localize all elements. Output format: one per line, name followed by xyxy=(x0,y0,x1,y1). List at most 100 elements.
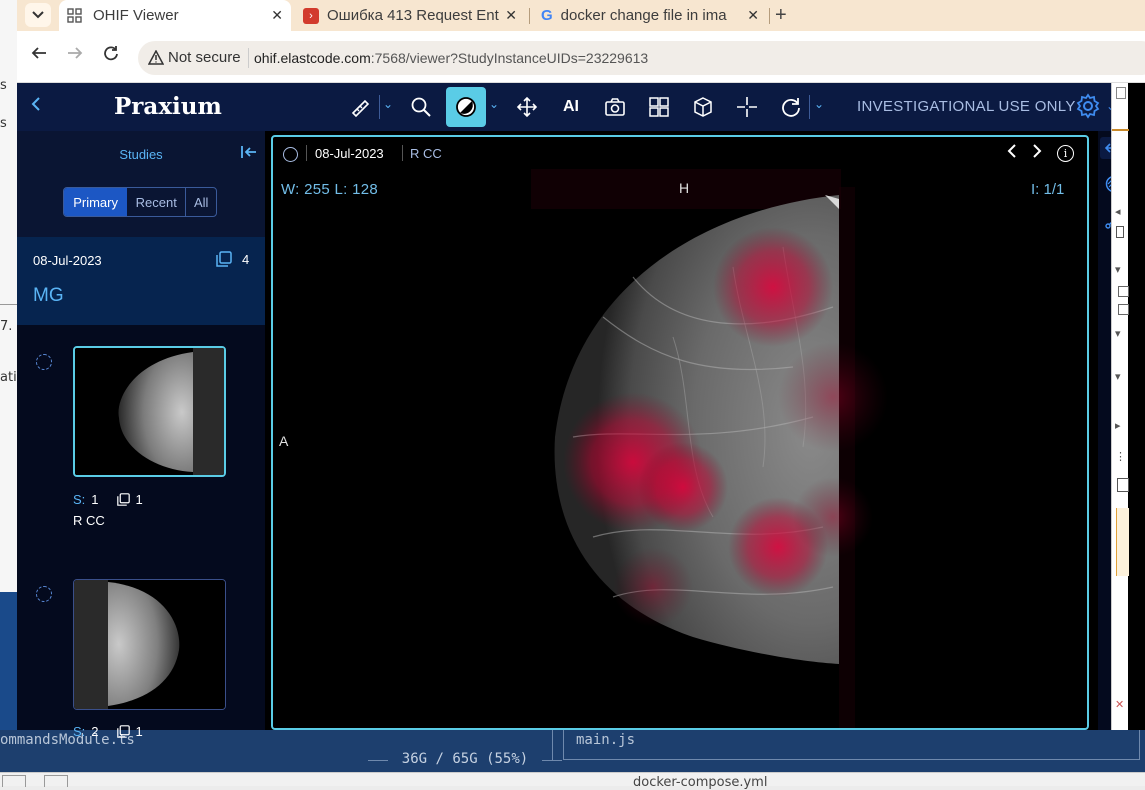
image-viewport[interactable]: 08-Jul-2023 R CC i W: 255 L: 128 H A I: … xyxy=(271,135,1089,730)
arrow-left-icon xyxy=(31,47,46,59)
filter-all-button[interactable]: All xyxy=(186,188,216,216)
bottom-tab[interactable] xyxy=(44,775,68,787)
chevron-left-icon xyxy=(1007,144,1016,158)
previous-image-button[interactable] xyxy=(1007,143,1017,163)
thumbnail-image xyxy=(75,348,224,475)
forward-button[interactable] xyxy=(67,45,83,66)
divider xyxy=(248,48,249,68)
series-thumbnail[interactable] xyxy=(73,579,226,710)
devtools-icon[interactable] xyxy=(1116,87,1126,99)
mammogram-image xyxy=(531,169,888,728)
ohif-app: Praxium ⌄ ⌄ AI ⌄ INVESTIGATIONAL USE ONL… xyxy=(17,83,1145,739)
terminal-right-pane[interactable]: main.js xyxy=(563,730,1140,760)
chevron-left-icon[interactable]: ◂ xyxy=(1115,205,1121,218)
back-button[interactable] xyxy=(31,45,47,66)
series-thumbnail[interactable] xyxy=(73,346,226,477)
3d-tool-button[interactable] xyxy=(689,93,717,121)
orientation-marker-top: H xyxy=(679,180,690,196)
divider xyxy=(542,760,562,761)
layout-tool-button[interactable] xyxy=(645,93,673,121)
bottom-tab[interactable] xyxy=(2,775,26,787)
measure-tool-button[interactable] xyxy=(347,93,375,121)
address-bar-row: Not secure ohif.elastcode.com:7568/viewe… xyxy=(17,31,1145,83)
chevron-down-icon[interactable]: ▾ xyxy=(1115,327,1121,340)
settings-button[interactable] xyxy=(1075,93,1101,124)
google-favicon-icon: G xyxy=(541,7,553,24)
crosshair-tool-button[interactable] xyxy=(733,93,761,121)
security-indicator[interactable]: Not secure xyxy=(148,49,241,66)
chevron-down-icon xyxy=(32,11,44,19)
more-icon[interactable]: ⋮ xyxy=(1115,450,1126,463)
reload-icon xyxy=(104,46,118,61)
tab-docker-search[interactable]: G docker change file in ima ✕ xyxy=(533,0,767,31)
url-text: ohif.elastcode.com:7568/viewer?StudyInst… xyxy=(254,50,648,66)
ai-tool-button[interactable]: AI xyxy=(557,93,585,121)
divider xyxy=(0,304,17,305)
divider xyxy=(368,760,388,761)
window-level-tool-button[interactable] xyxy=(446,87,486,127)
devtools-checkbox[interactable] xyxy=(1118,304,1129,315)
crosshair-icon xyxy=(737,97,757,117)
viewport-status-icon[interactable] xyxy=(283,147,298,162)
pan-tool-button[interactable] xyxy=(513,93,541,121)
move-icon xyxy=(516,96,538,118)
loading-spinner-icon xyxy=(36,354,52,370)
rotate-tool-button[interactable] xyxy=(777,93,805,121)
url-path: :7568/viewer?StudyInstanceUIDs=23229613 xyxy=(370,50,649,66)
tab-strip: OHIF Viewer ✕ › Ошибка 413 Request Entit… xyxy=(17,0,1145,31)
devtools-tab[interactable] xyxy=(1112,111,1129,131)
background-text: 7. xyxy=(0,319,13,334)
tab-search-button[interactable] xyxy=(25,3,51,27)
collapse-left-icon xyxy=(241,146,256,158)
divider xyxy=(809,95,810,119)
close-icon[interactable]: ✕ xyxy=(1115,698,1124,711)
close-icon[interactable]: ✕ xyxy=(271,7,283,24)
chevron-down-icon[interactable]: ▾ xyxy=(1115,263,1121,276)
chevron-down-icon[interactable]: ⌄ xyxy=(814,97,824,111)
contrast-icon xyxy=(456,97,476,117)
viewport-series: R CC xyxy=(410,146,442,161)
study-browser-header: Studies Primary Recent All 08-Jul-2023 4… xyxy=(17,131,265,325)
chevron-right-icon[interactable]: ▸ xyxy=(1115,419,1121,432)
devtools-checkbox[interactable] xyxy=(1118,286,1129,297)
study-modality: MG xyxy=(33,285,64,306)
capture-tool-button[interactable] xyxy=(601,93,629,121)
next-image-button[interactable] xyxy=(1032,143,1042,163)
omnibox[interactable]: Not secure ohif.elastcode.com:7568/viewe… xyxy=(138,41,1145,75)
window-level-readout: W: 255 L: 128 xyxy=(281,181,379,198)
tab-error-413[interactable]: › Ошибка 413 Request Entity ✕ xyxy=(295,0,525,31)
devtools-icon[interactable] xyxy=(1116,226,1124,238)
filter-primary-button[interactable]: Primary xyxy=(64,188,128,216)
gear-icon xyxy=(1076,93,1100,119)
devtools-icon[interactable] xyxy=(1117,478,1129,492)
close-icon[interactable]: ✕ xyxy=(505,7,517,24)
chevron-down-icon[interactable]: ⌄ xyxy=(489,97,499,111)
series-description: R CC xyxy=(73,513,105,528)
new-tab-button[interactable]: + xyxy=(775,4,787,27)
info-icon[interactable]: i xyxy=(1057,145,1074,162)
stack-icon xyxy=(216,251,232,267)
divider xyxy=(529,8,530,24)
chevron-right-icon xyxy=(1033,144,1042,158)
series-label: S: xyxy=(73,492,86,507)
filter-recent-button[interactable]: Recent xyxy=(127,188,187,216)
youtube-favicon-icon: › xyxy=(303,7,319,24)
warning-icon xyxy=(148,50,164,65)
collapse-panel-button[interactable] xyxy=(241,145,257,164)
chevron-down-icon[interactable]: ▾ xyxy=(1115,370,1121,383)
divider xyxy=(379,95,380,119)
chevron-down-icon[interactable]: ⌄ xyxy=(383,97,393,111)
close-icon[interactable]: ✕ xyxy=(747,7,759,24)
viewport-date: 08-Jul-2023 xyxy=(315,146,384,161)
orientation-marker-left: A xyxy=(279,433,289,449)
study-card[interactable]: 08-Jul-2023 4 MG xyxy=(17,237,265,325)
divider xyxy=(402,145,403,161)
tab-ohif-viewer[interactable]: OHIF Viewer ✕ xyxy=(59,0,291,31)
back-to-worklist-button[interactable] xyxy=(31,95,41,116)
rotate-icon xyxy=(782,98,800,117)
background-text: atic xyxy=(0,370,17,385)
reload-button[interactable] xyxy=(103,45,119,66)
browser-window: OHIF Viewer ✕ › Ошибка 413 Request Entit… xyxy=(17,0,1145,739)
divider xyxy=(306,145,307,161)
zoom-tool-button[interactable] xyxy=(407,93,435,121)
